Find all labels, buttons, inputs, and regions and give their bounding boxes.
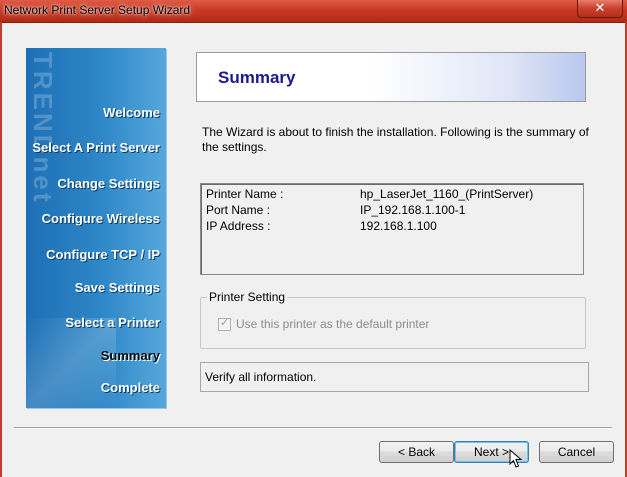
step-select-printer: Select a Printer [65, 315, 160, 330]
window-title: Network Print Server Setup Wizard [4, 3, 191, 17]
back-button[interactable]: < Back [379, 441, 454, 463]
step-complete: Complete [100, 380, 160, 395]
printer-setting-group-label: Printer Setting [207, 290, 288, 304]
step-summary-current: Summary [100, 348, 160, 363]
wizard-steps-panel: TRENDnet Welcome Select A Print Server C… [26, 48, 166, 408]
step-configure-wireless: Configure Wireless [41, 211, 160, 226]
status-box: Verify all information. [200, 362, 589, 392]
printer-name-label: Printer Name : [206, 187, 284, 201]
port-name-label: Port Name : [206, 203, 271, 217]
step-select-print-server: Select A Print Server [32, 140, 160, 155]
close-icon: ✕ [594, 0, 606, 15]
intro-text: The Wizard is about to finish the instal… [202, 125, 589, 154]
page-header: Summary [196, 52, 586, 102]
close-button[interactable]: ✕ [577, 0, 623, 18]
cancel-button[interactable]: Cancel [539, 441, 614, 463]
settings-summary-box: Printer Name : hp_LaserJet_1160_(PrintSe… [200, 183, 584, 275]
step-change-settings: Change Settings [57, 176, 160, 191]
page-title: Summary [218, 68, 296, 87]
mouse-pointer-icon [509, 449, 523, 468]
window-frame-left [0, 22, 2, 477]
step-save-settings: Save Settings [74, 280, 160, 295]
default-printer-checkbox[interactable]: ✓ [218, 317, 231, 331]
step-configure-tcp-ip: Configure TCP / IP [46, 247, 160, 262]
default-printer-checkbox-label[interactable]: Use this printer as the default printer [236, 317, 429, 331]
port-name-value: IP_192.168.1.100-1 [360, 203, 466, 217]
printer-name-value: hp_LaserJet_1160_(PrintServer) [360, 187, 534, 201]
checkmark-icon: ✓ [220, 317, 230, 329]
printer-setting-group: Printer Setting ✓ Use this printer as th… [200, 290, 586, 349]
ip-address-value: 192.168.1.100 [360, 219, 437, 233]
ip-address-label: IP Address : [206, 219, 271, 233]
step-welcome: Welcome [103, 105, 160, 120]
button-separator [14, 427, 612, 429]
title-bar: Network Print Server Setup Wizard ✕ [0, 0, 627, 23]
status-text: Verify all information. [205, 370, 317, 384]
